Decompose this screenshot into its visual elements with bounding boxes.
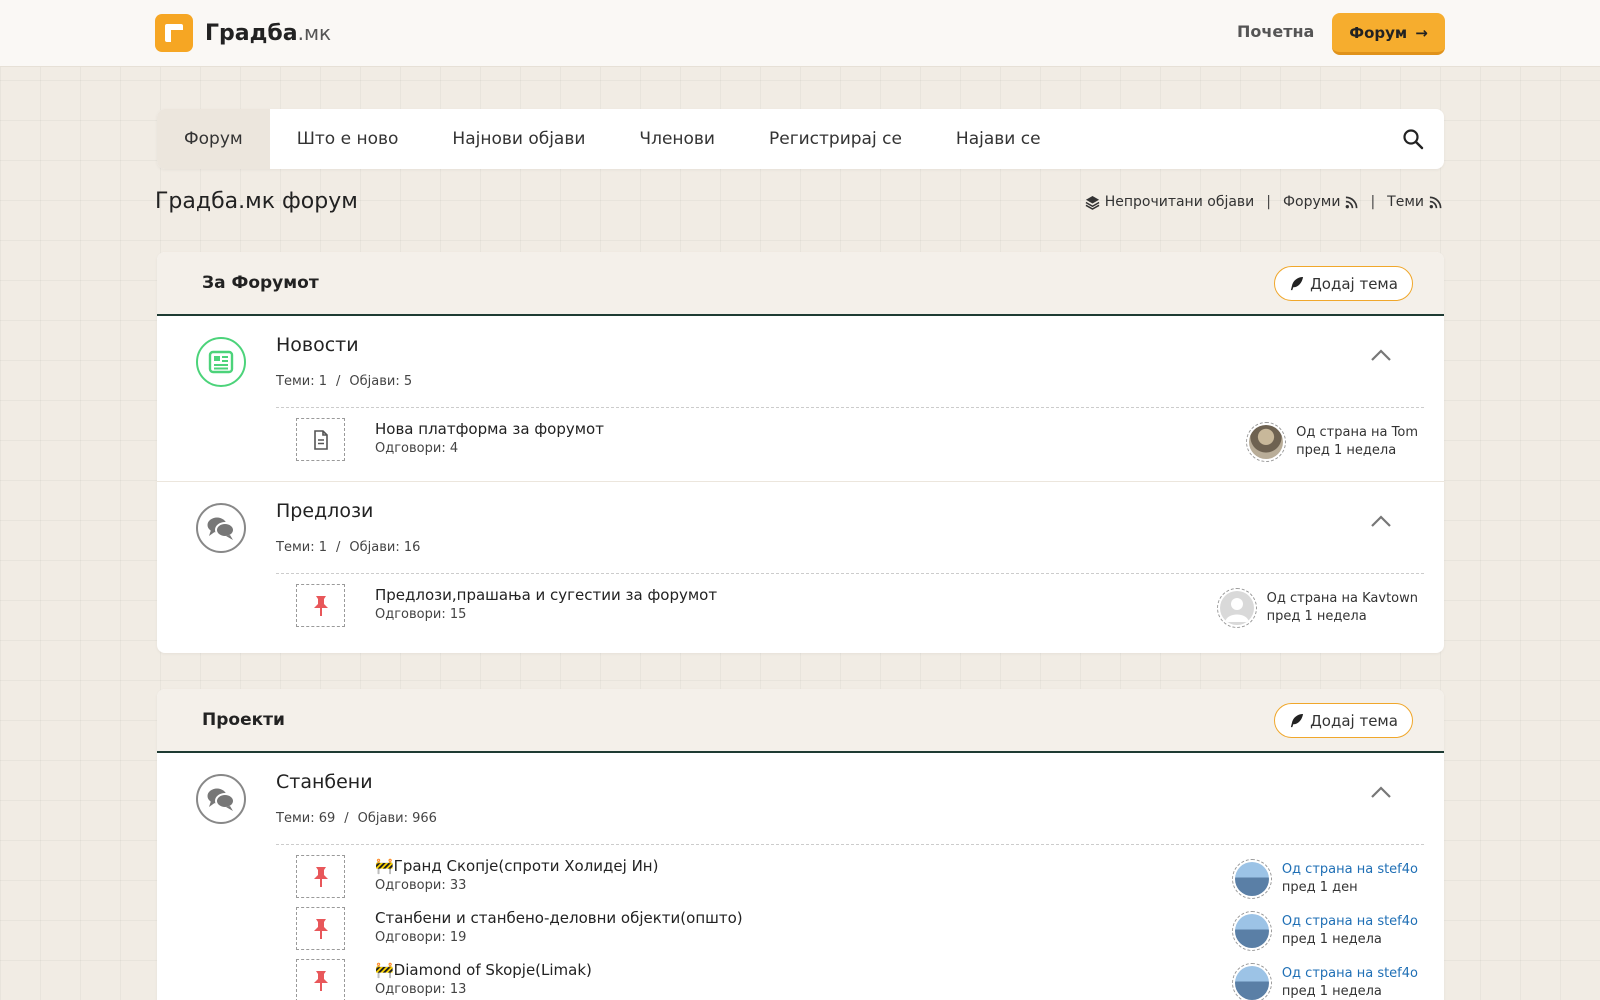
main-nav: Форум Што е ново Најнови објави Членови … [157, 109, 1444, 169]
forum-news: Новости Теми: 1/Објави: 5 Нова платформа… [157, 316, 1444, 482]
thread-replies: Одговори: 15 [375, 607, 467, 622]
thread-last-post: Од страна на Kavtown пред 1 недела [1216, 588, 1418, 628]
thread-title[interactable]: Нова платформа за форумот [375, 420, 604, 438]
logo-mark-icon [155, 14, 193, 52]
arrow-right-icon: → [1415, 23, 1428, 42]
thread-row: Станбени и станбено-деловни објекти(општ… [276, 897, 1424, 951]
logo-text: Градба.мк [205, 20, 332, 46]
topics-rss-link[interactable]: Теми [1387, 194, 1442, 210]
thread-author[interactable]: Од страна на Tom [1296, 424, 1418, 442]
search-icon[interactable] [1402, 128, 1424, 150]
thread-time: пред 1 недела [1296, 443, 1397, 458]
nav-item-latest-posts[interactable]: Најнови објави [425, 109, 612, 169]
avatar[interactable] [1246, 422, 1287, 462]
thread-last-post: Од страна на stef4o пред 1 ден [1231, 859, 1418, 899]
chat-bubbles-icon[interactable] [196, 774, 246, 824]
thread-author[interactable]: Од страна на stef4o [1282, 861, 1418, 879]
thread-list: Нова платформа за форумот Одговори: 4 Од… [276, 407, 1424, 462]
thread-title[interactable]: 🚧Гранд Скопје(спроти Холидеј Ин) [375, 857, 658, 875]
chevron-up-icon[interactable] [1370, 785, 1392, 799]
thread-last-post: Од страна на stef4o пред 1 недела [1231, 911, 1418, 951]
thread-row: Предлози,прашања и сугестии за форумот О… [276, 574, 1424, 628]
page-title: Градба.мк форум [155, 189, 358, 214]
avatar[interactable] [1231, 859, 1272, 899]
avatar[interactable] [1231, 911, 1272, 951]
thread-replies: Одговори: 13 [375, 982, 467, 997]
thread-replies: Одговори: 4 [375, 441, 459, 456]
top-bar: Градба.мк Почетна Форум → [0, 0, 1600, 67]
quick-links: Непрочитани објави | Форуми | Теми [1085, 194, 1442, 210]
thread-row: 🚧Diamond of Skopje(Limak) Одговори: 13 О… [276, 949, 1424, 1000]
thread-row: 🚧Гранд Скопје(спроти Холидеј Ин) Одговор… [276, 845, 1424, 899]
unread-posts-link[interactable]: Непрочитани објави [1085, 194, 1254, 210]
pin-icon [296, 959, 345, 1000]
forum-title[interactable]: Станбени [276, 771, 373, 793]
thread-time: пред 1 недела [1281, 932, 1382, 947]
nav-item-members[interactable]: Членови [612, 109, 742, 169]
category-card-projects: Проекти Додај тема Станбени Теми: 69/Обј… [157, 689, 1444, 1000]
layers-icon [1085, 195, 1100, 210]
forum-title[interactable]: Предлози [276, 500, 373, 522]
thread-time: пред 1 недела [1281, 984, 1382, 999]
newspaper-icon[interactable] [196, 337, 246, 387]
thread-last-post: Од страна на stef4o пред 1 недела [1231, 963, 1418, 1000]
forum-stats: Теми: 1/Објави: 16 [276, 540, 421, 555]
thread-title[interactable]: Станбени и станбено-деловни објекти(општ… [375, 909, 743, 927]
forum-button[interactable]: Форум → [1332, 13, 1445, 55]
chevron-up-icon[interactable] [1370, 348, 1392, 362]
pin-icon [296, 907, 345, 950]
forum-residential: Станбени Теми: 69/Објави: 966 🚧Гранд Ско… [157, 753, 1444, 1000]
pin-icon [296, 855, 345, 898]
thread-author[interactable]: Од страна на Kavtown [1267, 590, 1418, 608]
forum-stats: Теми: 1/Објави: 5 [276, 374, 413, 389]
thread-row: Нова платформа за форумот Одговори: 4 Од… [276, 408, 1424, 462]
nav-item-whats-new[interactable]: Што е ново [270, 109, 426, 169]
category-title[interactable]: Проекти [202, 710, 285, 730]
thread-title[interactable]: 🚧Diamond of Skopje(Limak) [375, 961, 592, 979]
nav-item-login[interactable]: Најави се [929, 109, 1068, 169]
thread-replies: Одговори: 33 [375, 878, 467, 893]
home-link[interactable]: Почетна [1237, 22, 1314, 41]
category-header: Проекти Додај тема [157, 689, 1444, 753]
document-icon [296, 418, 345, 461]
chevron-up-icon[interactable] [1370, 514, 1392, 528]
rss-icon [1346, 196, 1358, 208]
avatar[interactable] [1216, 588, 1257, 628]
forum-suggestions: Предлози Теми: 1/Објави: 16 Предлози,пра… [157, 482, 1444, 649]
forums-rss-link[interactable]: Форуми [1283, 194, 1358, 210]
rss-icon [1429, 196, 1442, 208]
thread-time: пред 1 недела [1266, 609, 1367, 624]
forum-title[interactable]: Новости [276, 334, 359, 356]
nav-item-forum[interactable]: Форум [157, 109, 270, 169]
category-header: За Форумот Додај тема [157, 252, 1444, 316]
thread-last-post: Од страна на Tom пред 1 недела [1246, 422, 1418, 462]
thread-list: Предлози,прашања и сугестии за форумот О… [276, 573, 1424, 628]
thread-list: 🚧Гранд Скопје(спроти Холидеј Ин) Одговор… [276, 844, 1424, 1000]
thread-time: пред 1 ден [1281, 880, 1358, 895]
forum-button-label: Форум [1349, 23, 1408, 42]
nav-item-register[interactable]: Регистрирај се [742, 109, 929, 169]
feather-icon [1290, 713, 1304, 728]
avatar[interactable] [1231, 963, 1272, 1000]
category-title[interactable]: За Форумот [202, 273, 319, 293]
pin-icon [296, 584, 345, 627]
thread-replies: Одговори: 19 [375, 930, 467, 945]
add-topic-button[interactable]: Додај тема [1274, 703, 1413, 738]
category-card-about-forum: За Форумот Додај тема Новости Теми: 1/Об… [157, 252, 1444, 653]
thread-author[interactable]: Од страна на stef4o [1282, 913, 1418, 931]
add-topic-button[interactable]: Додај тема [1274, 266, 1413, 301]
feather-icon [1290, 276, 1304, 291]
thread-author[interactable]: Од страна на stef4o [1282, 965, 1418, 983]
thread-title[interactable]: Предлози,прашања и сугестии за форумот [375, 586, 717, 604]
forum-stats: Теми: 69/Објави: 966 [276, 811, 437, 826]
chat-bubbles-icon[interactable] [196, 503, 246, 553]
site-logo[interactable]: Градба.мк [155, 14, 331, 52]
